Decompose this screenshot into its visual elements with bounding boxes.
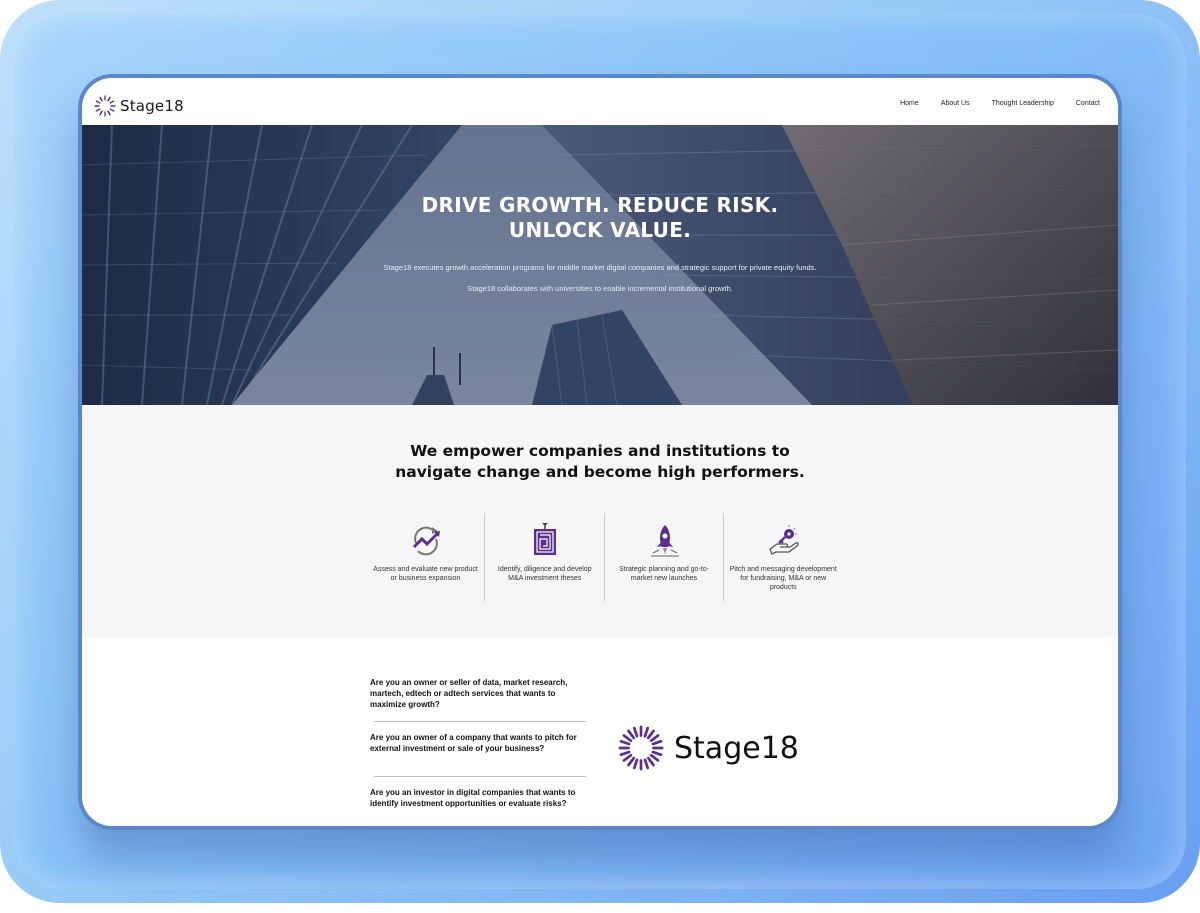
hero-subtitle-2: Stage18 collaborates with universities t… xyxy=(467,284,733,293)
browser-viewport: Stage18 Home About Us Thought Leadership… xyxy=(82,78,1118,826)
hero-heading: DRIVE GROWTH. REDUCE RISK. UNLOCK VALUE. xyxy=(82,193,1118,243)
nav-thought-leadership[interactable]: Thought Leadership xyxy=(992,100,1054,107)
audience-section: Are you an owner or seller of data, mark… xyxy=(82,637,1118,826)
empower-heading-line2: navigate change and become high performe… xyxy=(395,463,805,481)
feature-text: Pitch and messaging development for fund… xyxy=(729,566,837,591)
feature-item: Pitch and messaging development for fund… xyxy=(722,513,842,601)
feature-list: Assess and evaluate new product or busin… xyxy=(366,513,842,601)
feature-item: Identify, diligence and develop M&A inve… xyxy=(484,513,603,601)
empower-section: We empower companies and institutions to… xyxy=(82,405,1118,637)
question-2[interactable]: Are you an owner of a company that wants… xyxy=(370,732,590,754)
rocket-icon xyxy=(650,525,679,557)
logo-wordmark: Stage18 xyxy=(120,97,184,115)
nav-about-us[interactable]: About Us xyxy=(941,100,970,107)
empower-heading-line1: We empower companies and institutions to xyxy=(410,442,790,460)
site-header: Stage18 Home About Us Thought Leadership… xyxy=(82,78,1118,125)
main-nav: Home About Us Thought Leadership Contact xyxy=(900,100,1100,107)
nav-home[interactable]: Home xyxy=(900,100,919,107)
empower-heading: We empower companies and institutions to… xyxy=(82,441,1118,483)
hero-heading-line2: UNLOCK VALUE. xyxy=(508,218,692,242)
nav-contact[interactable]: Contact xyxy=(1076,100,1100,107)
question-divider xyxy=(374,721,586,722)
question-3[interactable]: Are you an investor in digital companies… xyxy=(370,787,590,809)
hand-key-icon xyxy=(768,525,799,555)
maze-icon xyxy=(534,523,557,555)
question-1[interactable]: Are you an owner or seller of data, mark… xyxy=(370,677,590,710)
feature-item: Strategic planning and go-to-market new … xyxy=(603,513,723,601)
growth-arrows-icon xyxy=(412,526,440,556)
logo-wordmark: Stage18 xyxy=(674,730,799,766)
question-divider xyxy=(374,776,586,777)
stage18-logo-icon xyxy=(94,95,116,117)
hero-heading-line1: DRIVE GROWTH. REDUCE RISK. xyxy=(421,193,779,217)
hero-subtitle-1: Stage18 executes growth acceleration pro… xyxy=(383,263,817,272)
hero-section: DRIVE GROWTH. REDUCE RISK. UNLOCK VALUE.… xyxy=(82,125,1118,405)
feature-text: Strategic planning and go-to-market new … xyxy=(619,566,709,582)
stage18-logo-icon xyxy=(618,725,664,771)
feature-text: Identify, diligence and develop M&A inve… xyxy=(497,566,592,582)
feature-text: Assess and evaluate new product or busin… xyxy=(373,566,478,582)
stage18-large-logo: Stage18 xyxy=(618,725,799,771)
site-logo[interactable]: Stage18 xyxy=(94,95,184,117)
feature-item: Assess and evaluate new product or busin… xyxy=(366,513,484,601)
